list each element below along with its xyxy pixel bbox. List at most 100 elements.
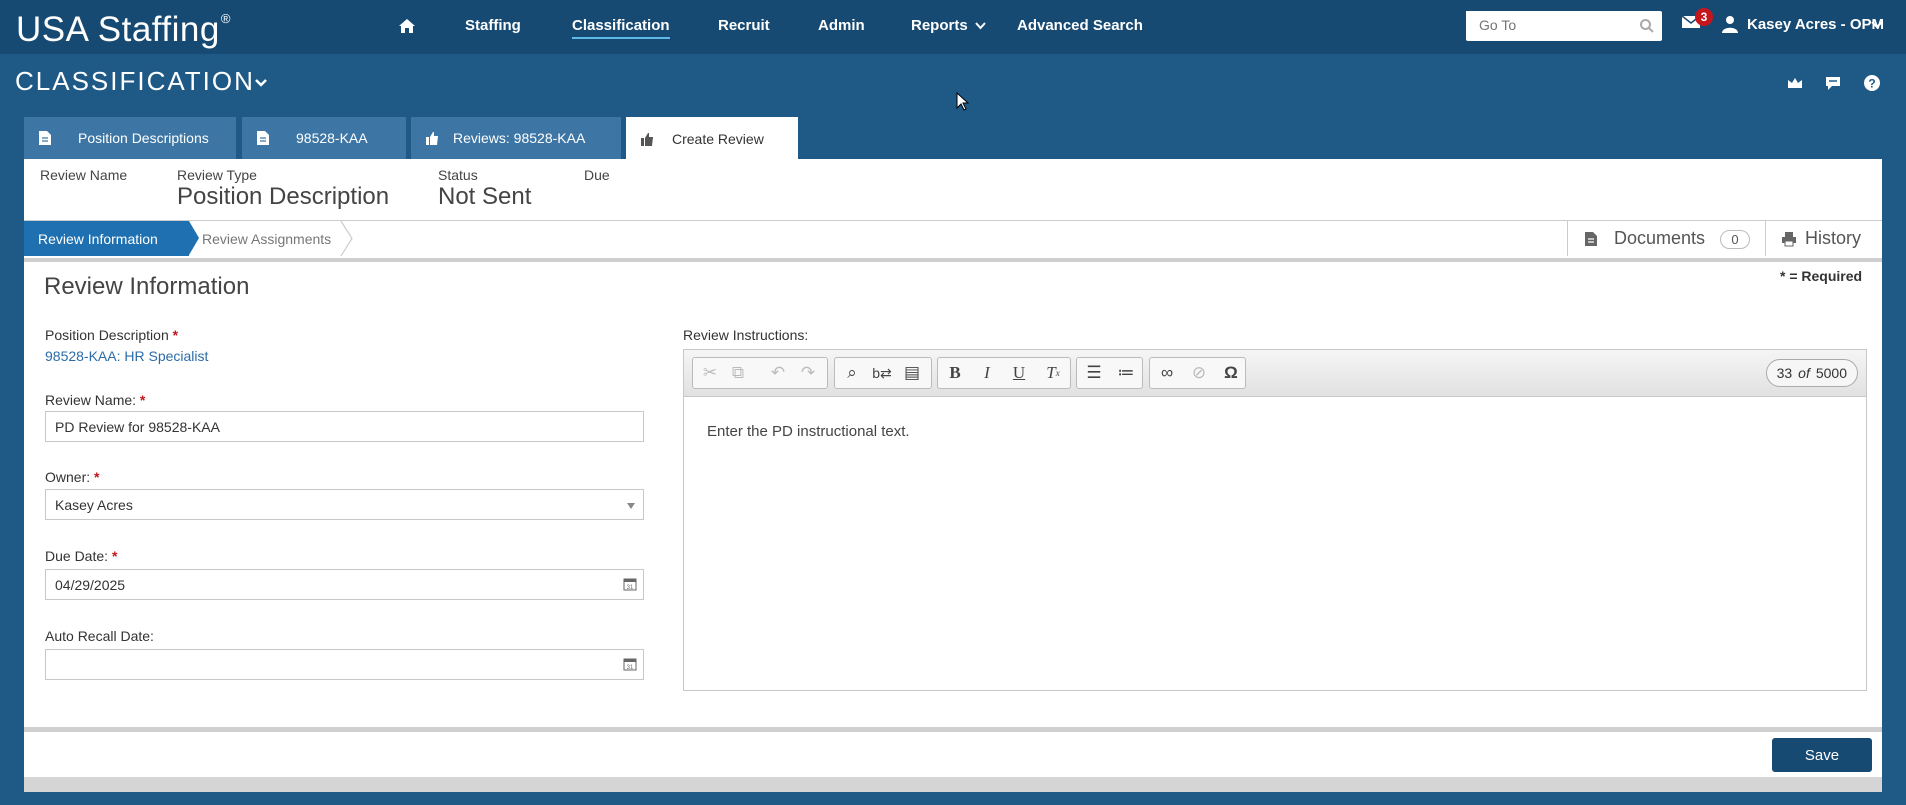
calendar-icon[interactable]: 31 [623, 577, 637, 591]
notification-badge[interactable]: 3 [1695, 8, 1713, 26]
editor-content[interactable]: Enter the PD instructional text. [707, 423, 910, 440]
history-label: History [1805, 228, 1862, 248]
chevron-down-icon[interactable] [254, 78, 268, 88]
toolbar-group-insert: ∞ ⊘ Ω [1149, 357, 1246, 389]
auto-recall-label: Auto Recall Date: [45, 628, 154, 644]
toolbar-group-find: ⌕ b⇄ ▤ [834, 357, 932, 389]
bold-icon[interactable]: B [940, 358, 970, 388]
replace-icon[interactable]: b⇄ [867, 358, 897, 388]
goto-search [1466, 11, 1662, 41]
due-date-input[interactable]: 04/29/2025 31 [45, 569, 644, 600]
history-button[interactable]: History [1765, 221, 1882, 256]
top-navigation: USA Staffing® Staffing Classification Re… [0, 0, 1906, 54]
nav-classification[interactable]: Classification [572, 17, 670, 39]
crown-icon[interactable] [1786, 74, 1804, 92]
tab-create-review[interactable]: Create Review [626, 117, 798, 161]
tab-label: Reviews: 98528-KAA [453, 130, 586, 146]
pd-link[interactable]: 98528-KAA: HR Specialist [45, 348, 208, 364]
help-icon[interactable]: ? [1863, 74, 1881, 92]
tab-position[interactable]: 98528-KAA [242, 117, 406, 159]
step-review-assignments[interactable]: Review Assignments [190, 221, 350, 256]
copy-icon[interactable]: ⧉ [723, 358, 753, 388]
rich-text-editor: ✂ ⧉ ↶ ↷ ⌕ b⇄ ▤ B I U Tx ☰ ≔ ∞ ⊘ Ω 33 of 50… [683, 349, 1867, 691]
tab-label: Create Review [672, 131, 764, 147]
document-icon [1585, 231, 1597, 246]
due-date-value: 04/29/2025 [55, 576, 126, 593]
step-review-information[interactable]: Review Information [24, 221, 199, 256]
owner-value: Kasey Acres [55, 496, 133, 513]
owner-label: Owner: * [45, 469, 100, 485]
svg-text:31: 31 [627, 585, 634, 591]
review-name-input[interactable]: PD Review for 98528-KAA [45, 411, 644, 442]
section-title: Review Information [44, 273, 250, 300]
chat-icon[interactable] [1824, 74, 1842, 92]
documents-count: 0 [1720, 230, 1750, 249]
nav-recruit[interactable]: Recruit [718, 17, 770, 34]
due-label: Due [584, 167, 610, 183]
review-name-label: Review Name [40, 167, 128, 183]
undo-icon[interactable]: ↶ [763, 358, 793, 388]
select-all-icon[interactable]: ▤ [897, 358, 927, 388]
toolbar-group-format: B I U Tx [937, 357, 1071, 389]
review-type-value: Position Description [177, 183, 390, 210]
remove-format-icon[interactable]: Tx [1038, 358, 1068, 388]
char-max: 5000 [1815, 365, 1847, 381]
char-count: 33 [1776, 365, 1793, 381]
home-icon[interactable] [398, 17, 416, 35]
editor-toolbar: ✂ ⧉ ↶ ↷ ⌕ b⇄ ▤ B I U Tx ☰ ≔ ∞ ⊘ Ω 33 of 50… [684, 350, 1866, 397]
goto-input[interactable] [1466, 11, 1626, 39]
pd-label: Position Description * [45, 327, 179, 343]
character-counter: 33 of 5000 [1765, 359, 1858, 387]
review-type-label: Review Type [177, 167, 257, 183]
nav-reports[interactable]: Reports [911, 17, 968, 34]
document-icon [257, 131, 269, 145]
find-icon[interactable]: ⌕ [837, 358, 867, 388]
review-instructions-label: Review Instructions: [683, 327, 809, 343]
tab-reviews[interactable]: Reviews: 98528-KAA [411, 117, 621, 159]
documents-label: Documents [1614, 228, 1706, 248]
italic-icon[interactable]: I [972, 358, 1002, 388]
due-date-label: Due Date: * [45, 548, 118, 564]
status-label: Status [438, 167, 478, 183]
cut-icon[interactable]: ✂ [695, 358, 725, 388]
nav-advanced-search[interactable]: Advanced Search [1017, 17, 1143, 34]
required-note: * = Required [1780, 268, 1863, 284]
dropdown-arrow-icon[interactable] [627, 503, 635, 509]
page-title[interactable]: CLASSIFICATION [15, 66, 255, 97]
tab-label: Position Descriptions [78, 130, 209, 146]
redo-icon[interactable]: ↷ [793, 358, 823, 388]
char-of: of [1798, 365, 1810, 381]
status-value: Not Sent [438, 183, 532, 210]
auto-recall-input[interactable]: 31 [45, 649, 644, 680]
app-logo[interactable]: USA Staffing® [16, 10, 231, 50]
search-icon[interactable] [1639, 18, 1655, 34]
owner-select[interactable]: Kasey Acres [45, 489, 644, 520]
unlink-icon[interactable]: ⊘ [1184, 358, 1214, 388]
user-icon[interactable] [1722, 15, 1738, 33]
step-separator [340, 221, 353, 256]
chevron-down-icon[interactable] [975, 22, 986, 30]
chevron-down-icon[interactable] [1871, 20, 1883, 30]
tab-position-descriptions[interactable]: Position Descriptions [24, 117, 236, 159]
link-icon[interactable]: ∞ [1152, 358, 1182, 388]
nav-admin[interactable]: Admin [818, 17, 865, 34]
review-name-label: Review Name: * [45, 392, 146, 408]
numbered-list-icon[interactable]: ☰ [1079, 358, 1109, 388]
calendar-icon[interactable]: 31 [623, 657, 637, 671]
tab-label: 98528-KAA [296, 130, 368, 146]
thumbs-up-icon [641, 133, 653, 146]
footer-divider [24, 727, 1882, 732]
thumbs-up-icon [426, 132, 438, 145]
documents-button[interactable]: Documents 0 [1567, 221, 1765, 256]
bulleted-list-icon[interactable]: ≔ [1111, 358, 1141, 388]
document-icon [39, 131, 51, 145]
underline-icon[interactable]: U [1004, 358, 1034, 388]
nav-staffing[interactable]: Staffing [465, 17, 521, 34]
special-character-icon[interactable]: Ω [1216, 358, 1246, 388]
user-menu[interactable]: Kasey Acres - OPM [1747, 16, 1884, 33]
svg-text:31: 31 [627, 665, 634, 671]
svg-text:?: ? [1868, 77, 1875, 91]
save-button[interactable]: Save [1772, 738, 1872, 772]
panel-bottom [24, 777, 1882, 792]
printer-icon [1782, 231, 1796, 246]
